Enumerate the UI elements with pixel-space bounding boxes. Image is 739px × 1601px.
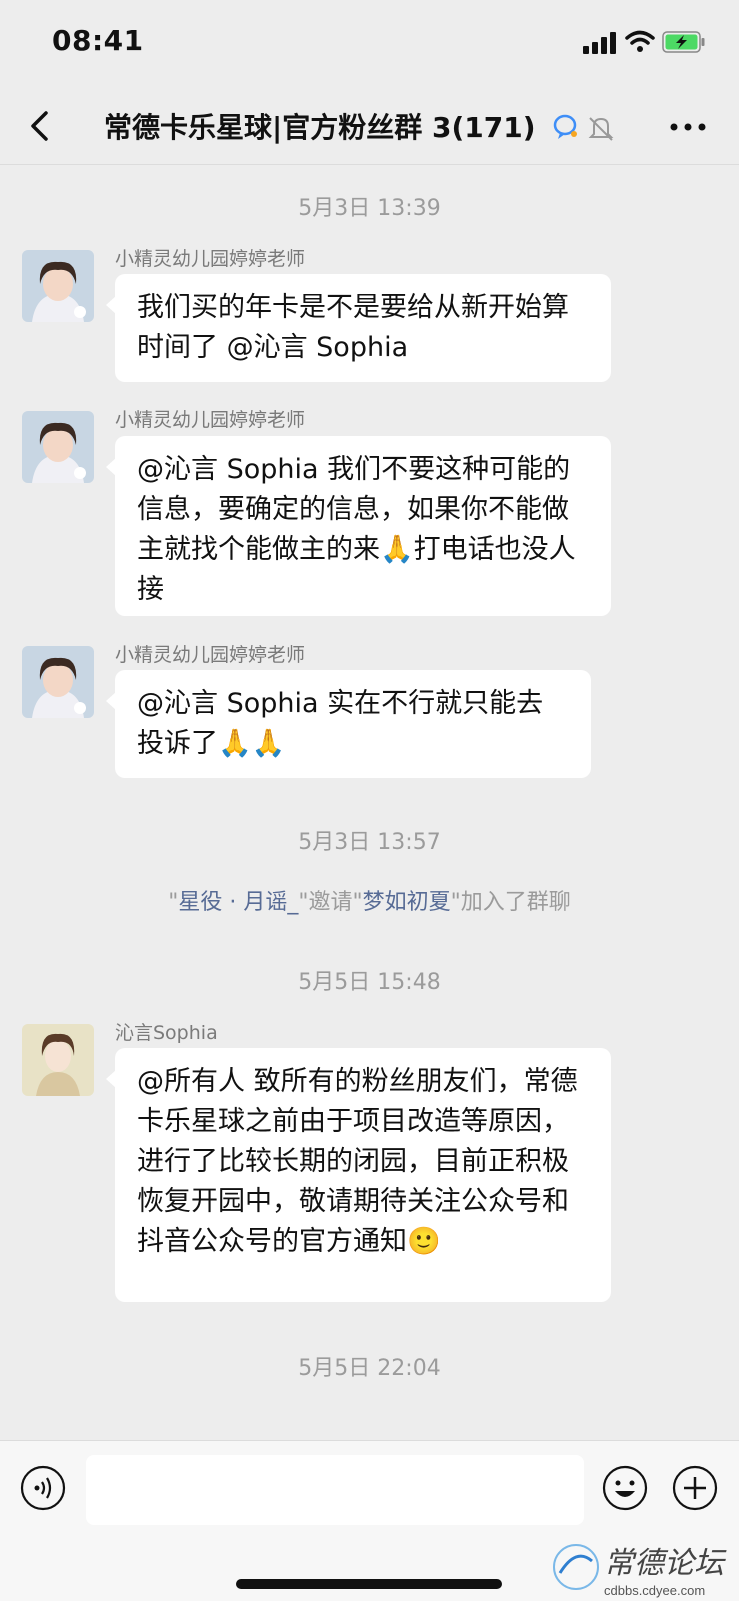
time-stamp: 5月3日 13:57 — [298, 830, 441, 855]
time-stamp: 5月5日 22:04 — [298, 1356, 441, 1381]
sender-name: 小精灵幼儿园婷婷老师 — [115, 644, 306, 666]
message-bubble[interactable]: @沁言 Sophia 我们不要这种可能的信息，要确定的信息，如果你不能做主就找个… — [106, 436, 611, 616]
member-name-link[interactable]: 梦如初夏 — [363, 890, 451, 915]
avatar[interactable] — [22, 1024, 94, 1096]
member-name-link[interactable]: 星役 · 月谣_ — [178, 890, 298, 915]
message-bubble[interactable]: 我们买的年卡是不是要给从新开始算时间了 @沁言 Sophia — [106, 274, 611, 382]
enterprise-chat-icon — [553, 114, 577, 139]
svg-text:cdbbs.cdyee.com: cdbbs.cdyee.com — [604, 1583, 705, 1598]
sender-name: 沁言Sophia — [115, 1022, 218, 1044]
voice-input-button[interactable] — [20, 1465, 66, 1511]
sender-name: 小精灵幼儿园婷婷老师 — [115, 248, 306, 270]
message-input[interactable] — [86, 1455, 584, 1525]
emoji-button[interactable] — [602, 1465, 648, 1511]
more-functions-button[interactable] — [672, 1465, 718, 1511]
input-bar: 常德论坛 cdbbs.cdyee.com — [0, 1440, 739, 1601]
title-status-icons — [553, 114, 614, 141]
wifi-icon — [625, 30, 655, 52]
system-message: "星役 · 月谣_"邀请"梦如初夏"加入了群聊 — [168, 890, 571, 915]
chat-header: 常德卡乐星球|官方粉丝群 3(171) — [0, 90, 739, 165]
message-text: @沁言 Sophia 实在不行就只能去投诉了🙏🙏 — [137, 688, 544, 759]
status-bar: 08:41 — [0, 0, 739, 90]
time-stamp: 5月3日 13:39 — [298, 196, 441, 221]
message-text: @所有人 致所有的粉丝朋友们，常德卡乐星球之前由于项目改造等原因，进行了比较长期… — [137, 1066, 578, 1257]
avatar[interactable] — [22, 250, 94, 322]
more-options-button[interactable] — [668, 112, 708, 142]
mute-bell-icon — [588, 117, 614, 141]
svg-text:常德论坛: 常德论坛 — [604, 1546, 727, 1581]
message-bubble[interactable]: @沁言 Sophia 实在不行就只能去投诉了🙏🙏 — [106, 670, 591, 778]
message-text: 我们买的年卡是不是要给从新开始算时间了 @沁言 Sophia — [137, 292, 569, 363]
cellular-signal-icon — [583, 32, 617, 54]
sender-name: 小精灵幼儿园婷婷老师 — [115, 409, 306, 431]
forum-watermark-logo: 常德论坛 cdbbs.cdyee.com — [553, 1544, 727, 1598]
avatar[interactable] — [22, 411, 94, 483]
status-time: 08:41 — [52, 24, 144, 57]
home-indicator — [236, 1579, 502, 1589]
message-text: @沁言 Sophia 我们不要这种可能的信息，要确定的信息，如果你不能做主就找个… — [137, 454, 576, 605]
battery-icon — [662, 31, 705, 53]
back-button[interactable] — [22, 104, 66, 148]
message-bubble[interactable]: @所有人 致所有的粉丝朋友们，常德卡乐星球之前由于项目改造等原因，进行了比较长期… — [106, 1048, 611, 1302]
avatar[interactable] — [22, 646, 94, 718]
time-stamp: 5月5日 15:48 — [298, 970, 441, 995]
chat-title: 常德卡乐星球|官方粉丝群 3(171) — [104, 111, 536, 144]
